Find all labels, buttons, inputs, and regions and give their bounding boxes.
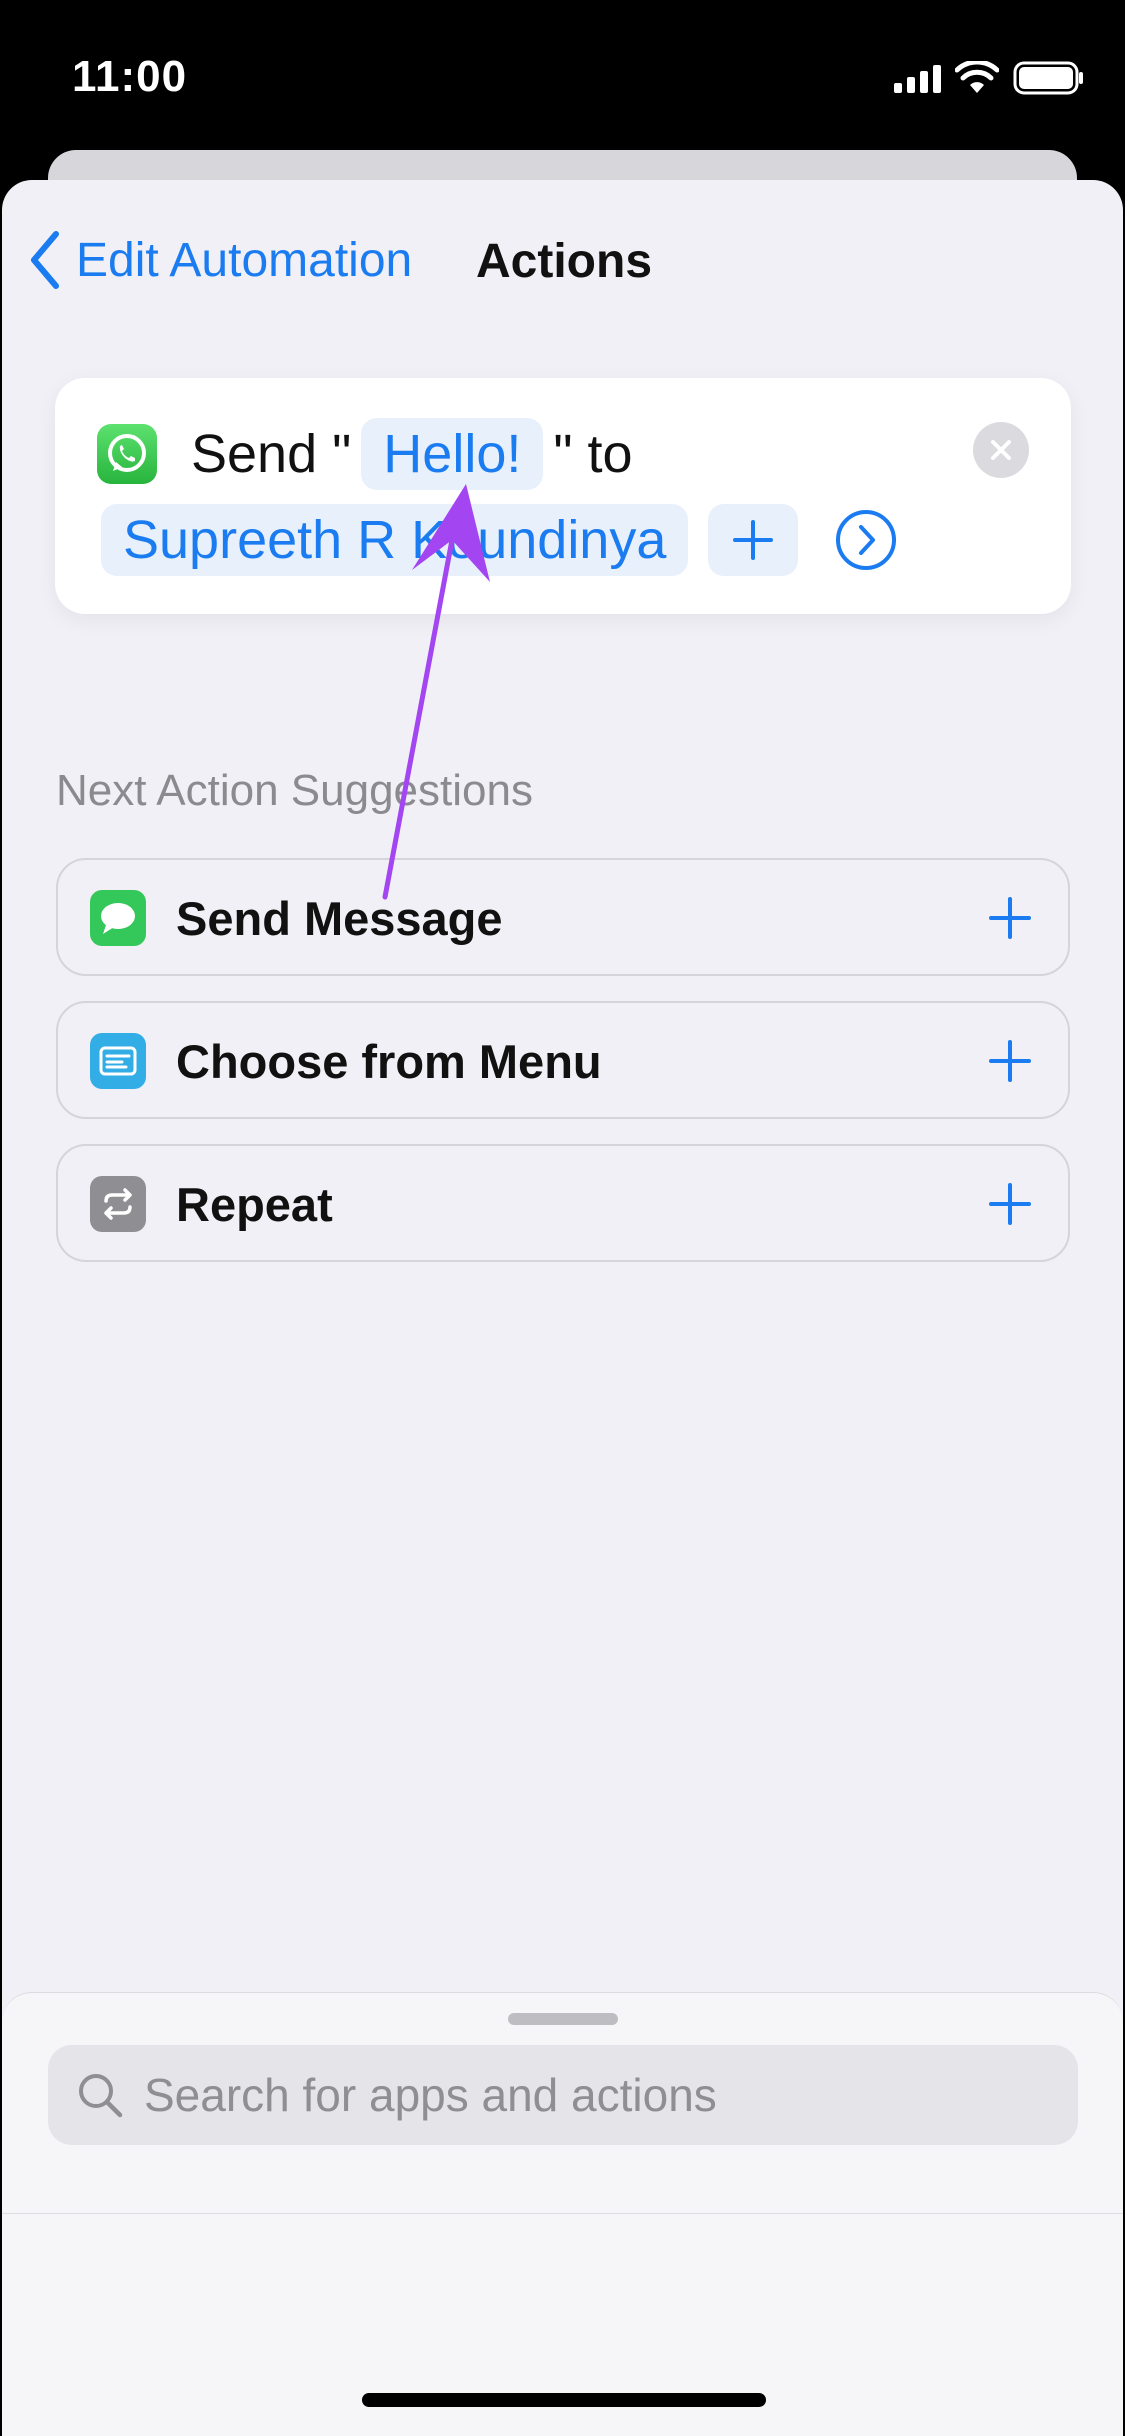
battery-icon <box>1013 61 1085 95</box>
suggestion-send-message[interactable]: Send Message <box>56 858 1070 976</box>
suggestion-repeat[interactable]: Repeat <box>56 1144 1070 1262</box>
search-placeholder: Search for apps and actions <box>144 2069 717 2121</box>
search-input[interactable]: Search for apps and actions <box>48 2045 1078 2145</box>
suggestion-choose-from-menu[interactable]: Choose from Menu <box>56 1001 1070 1119</box>
whatsapp-send-action-card[interactable]: Send " Hello! " to Supreeth R Koundinya <box>55 378 1071 614</box>
wifi-icon <box>955 61 999 95</box>
navigation-bar: Edit Automation Actions <box>2 180 1123 350</box>
chevron-left-icon <box>31 231 59 289</box>
add-suggestion-button[interactable] <box>980 1031 1040 1091</box>
action-summary-line: Send " Hello! " to <box>191 418 633 490</box>
add-recipient-button[interactable] <box>708 504 799 576</box>
plus-icon <box>989 1040 1031 1082</box>
toolbar-divider <box>2 2213 1123 2214</box>
add-suggestion-button[interactable] <box>980 1174 1040 1234</box>
redo-button[interactable] <box>320 2263 390 2333</box>
messages-icon <box>90 890 146 946</box>
close-icon <box>991 440 1011 460</box>
run-button[interactable] <box>1012 2263 1082 2333</box>
page-title: Actions <box>476 235 653 288</box>
suggestion-label: Send Message <box>176 892 503 945</box>
home-indicator <box>362 2393 766 2407</box>
panel-grabber[interactable] <box>508 2013 618 2025</box>
plus-icon <box>989 897 1031 939</box>
message-token[interactable]: Hello! <box>361 418 544 490</box>
show-more-button[interactable] <box>834 508 898 572</box>
status-time: 11:00 <box>72 52 188 101</box>
action-suffix-text: " to <box>553 424 633 484</box>
add-suggestion-button[interactable] <box>980 888 1040 948</box>
search-icon <box>70 2065 130 2125</box>
status-bar: 11:00 <box>0 0 1125 150</box>
actions-sheet: Edit Automation Actions Send " Hello! " … <box>2 180 1123 2436</box>
repeat-icon <box>90 1176 146 1232</box>
status-icons <box>894 58 1085 98</box>
suggestion-label: Choose from Menu <box>176 1035 602 1088</box>
action-prefix-text: Send " <box>191 424 352 484</box>
remove-action-button[interactable] <box>973 422 1029 478</box>
back-button[interactable]: Edit Automation <box>28 230 412 290</box>
plus-icon <box>733 520 774 560</box>
cellular-signal-icon <box>894 63 941 93</box>
whatsapp-icon <box>97 424 157 484</box>
recipient-line: Supreeth R Koundinya <box>101 504 898 576</box>
undo-button[interactable] <box>52 2263 122 2333</box>
menu-icon <box>90 1033 146 1089</box>
suggestion-label: Repeat <box>176 1178 333 1231</box>
recipient-token[interactable]: Supreeth R Koundinya <box>101 504 689 576</box>
chevron-right-circle-icon <box>836 510 897 570</box>
plus-icon <box>989 1183 1031 1225</box>
suggestions-header: Next Action Suggestions <box>56 766 533 815</box>
back-button-label: Edit Automation <box>76 233 413 287</box>
action-search-panel: Search for apps and actions <box>2 1992 1123 2436</box>
